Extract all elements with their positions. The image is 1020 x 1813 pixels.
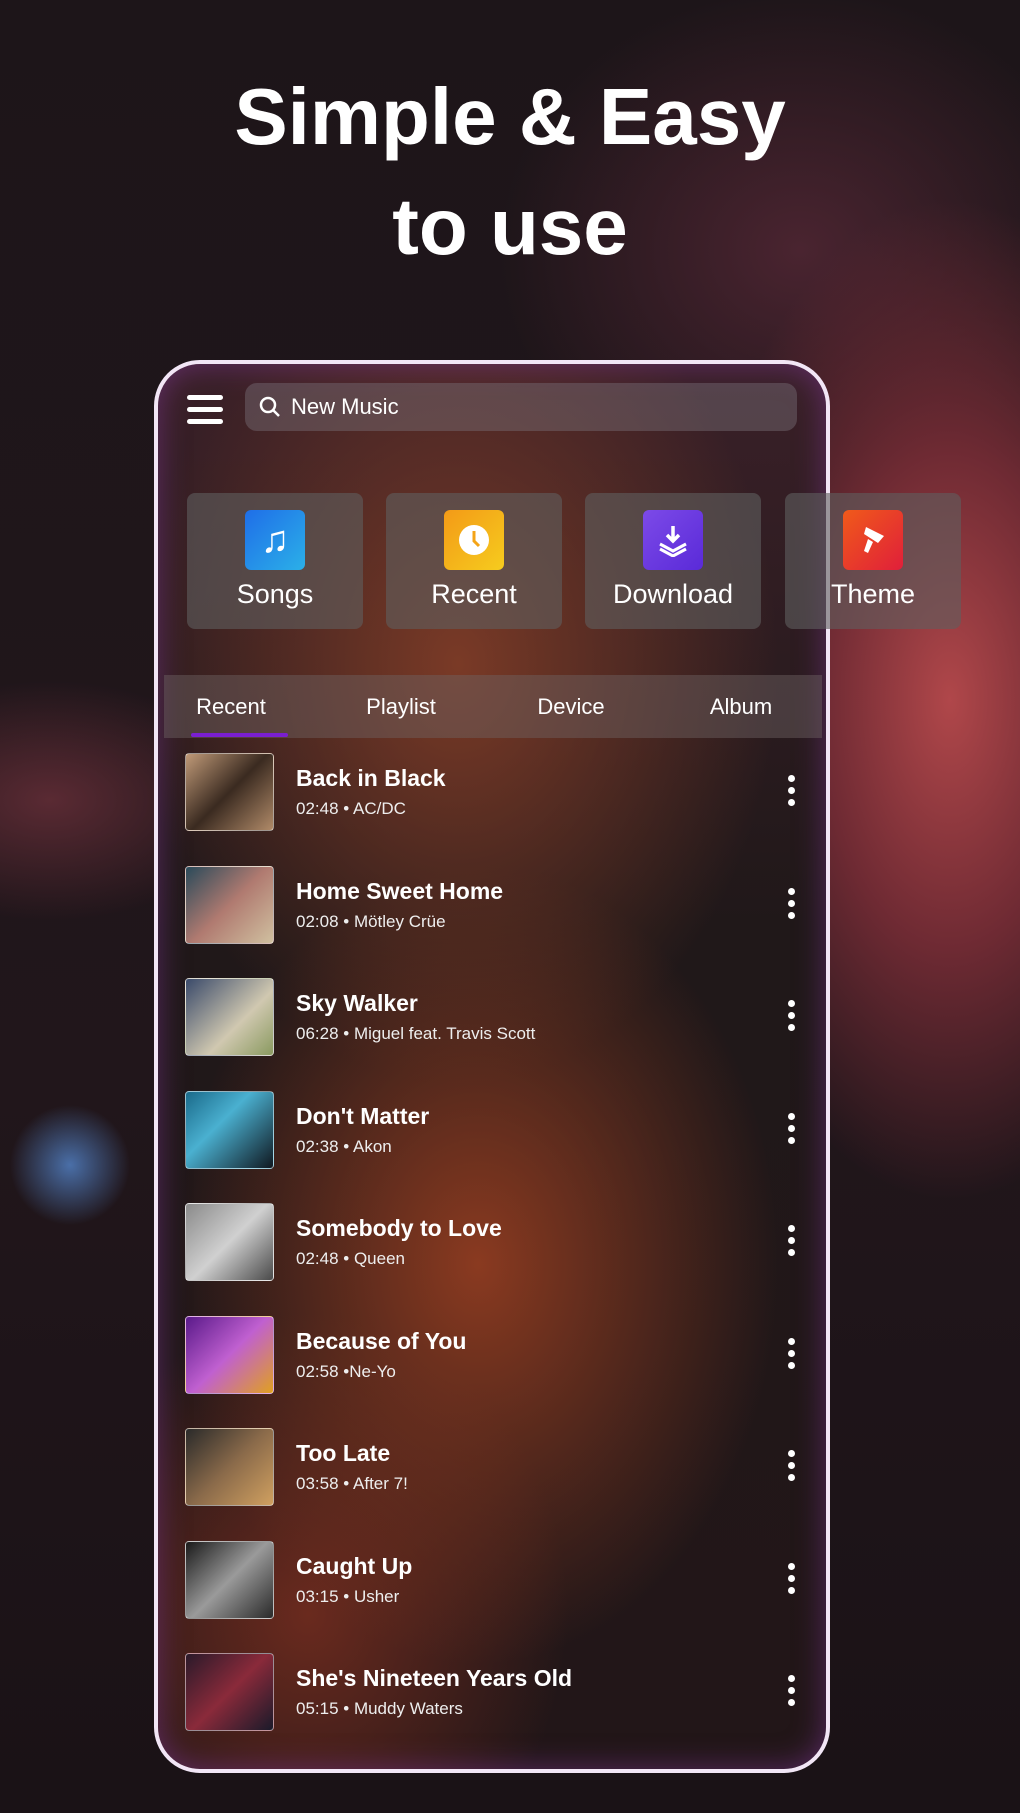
song-row[interactable]: Somebody to Love 02:48 • Queen bbox=[185, 1203, 805, 1283]
song-meta: 02:48 • Queen bbox=[296, 1249, 405, 1268]
more-options-icon[interactable] bbox=[785, 1337, 797, 1376]
song-row[interactable]: Sky Walker 06:28 • Miguel feat. Travis S… bbox=[185, 978, 805, 1058]
song-title: Home Sweet Home bbox=[296, 877, 504, 904]
song-title: Too Late bbox=[296, 1440, 391, 1466]
song-meta: 03:58 • After 7! bbox=[296, 1474, 408, 1493]
song-meta: 02:58 •Ne-Yo bbox=[296, 1361, 396, 1381]
more-options-icon[interactable] bbox=[785, 1225, 797, 1263]
song-row[interactable]: Caught Up 03:15 • Usher bbox=[185, 1540, 805, 1621]
clock-icon bbox=[444, 510, 504, 570]
tile-label: Theme bbox=[830, 579, 916, 609]
tile-label: Songs bbox=[236, 579, 314, 609]
search-icon bbox=[259, 396, 280, 417]
album-art bbox=[185, 865, 274, 944]
song-row[interactable]: Back in Black 02:48 • AC/DC bbox=[185, 753, 805, 833]
tile-label: Download bbox=[612, 579, 734, 609]
song-title: Back in Black bbox=[296, 765, 446, 791]
album-art bbox=[185, 1653, 274, 1731]
album-art bbox=[185, 1315, 274, 1394]
tile-theme[interactable]: Theme bbox=[785, 493, 961, 629]
song-title: Somebody to Love bbox=[296, 1215, 502, 1241]
album-art bbox=[185, 978, 274, 1056]
song-title: She's Nineteen Years Old bbox=[296, 1665, 573, 1691]
more-options-icon[interactable] bbox=[785, 1000, 797, 1038]
album-art bbox=[185, 753, 274, 831]
more-options-icon[interactable] bbox=[785, 775, 797, 813]
more-options-icon[interactable] bbox=[785, 1450, 797, 1488]
song-row[interactable]: Because of You 02:58 •Ne-Yo bbox=[185, 1315, 805, 1396]
song-title: Sky Walker bbox=[296, 990, 418, 1016]
paint-brush-icon bbox=[843, 510, 903, 570]
song-row[interactable]: Home Sweet Home 02:08 • Mötley Crüe bbox=[185, 865, 805, 946]
song-row[interactable]: She's Nineteen Years Old 05:15 • Muddy W… bbox=[185, 1653, 805, 1733]
headline-line2: to use bbox=[392, 182, 628, 271]
song-meta: 02:08 • Mötley Crüe bbox=[296, 911, 446, 931]
song-meta: 02:38 • Akon bbox=[296, 1136, 392, 1156]
album-art bbox=[185, 1203, 274, 1281]
song-meta: 02:48 • AC/DC bbox=[296, 799, 406, 818]
more-options-icon[interactable] bbox=[785, 1112, 797, 1151]
more-options-icon[interactable] bbox=[785, 887, 797, 926]
music-notes-icon: ♫ bbox=[245, 510, 305, 570]
tile-songs[interactable]: ♫ Songs bbox=[187, 493, 363, 629]
active-tab-indicator bbox=[191, 733, 288, 737]
song-title: Because of You bbox=[296, 1327, 467, 1354]
song-meta: 03:15 • Usher bbox=[296, 1586, 400, 1606]
song-meta: 06:28 • Miguel feat. Travis Scott bbox=[296, 1024, 536, 1043]
album-art bbox=[185, 1540, 274, 1619]
tab-playlist[interactable]: Playlist bbox=[366, 694, 436, 720]
song-row[interactable]: Too Late 03:58 • After 7! bbox=[185, 1428, 805, 1508]
search-input[interactable]: New Music bbox=[245, 383, 797, 431]
album-art bbox=[185, 1090, 274, 1169]
tab-album[interactable]: Album bbox=[710, 694, 772, 720]
tile-download[interactable]: Download bbox=[585, 493, 761, 629]
tab-device[interactable]: Device bbox=[537, 694, 604, 720]
menu-icon[interactable] bbox=[187, 395, 223, 425]
song-row[interactable]: Don't Matter 02:38 • Akon bbox=[185, 1090, 805, 1171]
song-meta: 05:15 • Muddy Waters bbox=[296, 1699, 463, 1718]
tile-recent[interactable]: Recent bbox=[386, 493, 562, 629]
headline: Simple & Easy to use bbox=[0, 62, 1020, 282]
tab-recent[interactable]: Recent bbox=[196, 694, 266, 720]
more-options-icon[interactable] bbox=[785, 1675, 797, 1713]
album-art bbox=[185, 1428, 274, 1506]
tab-bar: Recent Playlist Device Album bbox=[164, 675, 822, 738]
tile-label: Recent bbox=[431, 579, 517, 609]
phone-frame: New Music ♫ Songs Recent Download Theme … bbox=[154, 360, 961, 1773]
more-options-icon[interactable] bbox=[785, 1562, 797, 1601]
search-placeholder: New Music bbox=[291, 394, 399, 419]
download-icon bbox=[643, 510, 703, 570]
song-title: Don't Matter bbox=[296, 1102, 430, 1129]
headline-line1: Simple & Easy bbox=[234, 72, 786, 161]
song-title: Caught Up bbox=[296, 1552, 413, 1579]
